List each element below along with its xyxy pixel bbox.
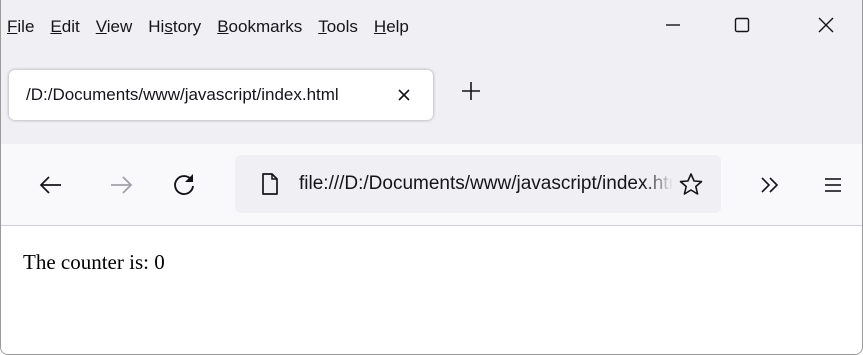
url-text: file:///D:/Documents/www/javascript/inde… xyxy=(299,173,673,194)
menu-help-accel: H xyxy=(373,17,387,36)
menu-bookmarks-text-b: ookmarks xyxy=(228,17,303,36)
tab-close-icon[interactable] xyxy=(392,83,416,107)
menu-history-text-a: Hi xyxy=(148,17,165,36)
menu-file[interactable]: File xyxy=(7,17,34,37)
menu-history-accel: s xyxy=(164,17,173,36)
tab-current[interactable]: /D:/Documents/www/javascript/index.html xyxy=(9,70,433,120)
star-icon[interactable] xyxy=(677,171,705,199)
browser-window: File Edit View History Bookmarks Tools H… xyxy=(0,0,863,355)
menu-tools[interactable]: Tools xyxy=(318,17,358,37)
page-icon xyxy=(258,171,282,197)
close-window-button[interactable] xyxy=(796,0,856,50)
menu-bar: File Edit View History Bookmarks Tools H… xyxy=(1,0,862,50)
maximize-button[interactable] xyxy=(712,0,772,50)
menu-edit-text-b: dit xyxy=(61,17,80,36)
menu-help-text-b: elp xyxy=(386,17,409,36)
menu-help[interactable]: Help xyxy=(374,17,409,37)
tab-strip: /D:/Documents/www/javascript/index.html xyxy=(1,50,862,144)
maximize-icon xyxy=(732,15,752,35)
menu-file-accel: F xyxy=(7,17,18,36)
url-bar[interactable]: file:///D:/Documents/www/javascript/inde… xyxy=(235,155,721,213)
menu-items: File Edit View History Bookmarks Tools H… xyxy=(1,17,425,37)
close-icon xyxy=(816,15,836,35)
menu-view[interactable]: View xyxy=(96,17,133,37)
navigation-toolbar: file:///D:/Documents/www/javascript/inde… xyxy=(1,144,862,226)
minimize-button[interactable] xyxy=(643,0,703,50)
hamburger-icon[interactable] xyxy=(816,168,850,202)
tab-title: /D:/Documents/www/javascript/index.html xyxy=(26,85,339,104)
menu-bookmarks-accel: B xyxy=(217,17,229,36)
plus-icon[interactable] xyxy=(453,73,489,109)
minimize-icon xyxy=(663,15,683,35)
menu-bookmarks[interactable]: Bookmarks xyxy=(217,17,302,37)
double-chevron-icon[interactable] xyxy=(753,168,787,202)
menu-tools-text-b: ools xyxy=(326,17,358,36)
menu-file-text-b: ile xyxy=(17,17,35,36)
menu-view-text-b: iew xyxy=(106,17,133,36)
reload-icon[interactable] xyxy=(167,168,201,202)
menu-history-text-b: tory xyxy=(172,17,202,36)
page-content: The counter is: 0 xyxy=(1,226,862,354)
back-arrow-icon[interactable] xyxy=(34,168,68,202)
menu-edit-accel: E xyxy=(50,17,62,36)
menu-edit[interactable]: Edit xyxy=(50,17,79,37)
menu-history[interactable]: History xyxy=(148,17,201,37)
counter-text: The counter is: 0 xyxy=(23,250,165,274)
forward-arrow-icon[interactable] xyxy=(104,168,138,202)
menu-view-accel: V xyxy=(95,17,107,36)
menu-tools-accel: T xyxy=(318,17,327,36)
